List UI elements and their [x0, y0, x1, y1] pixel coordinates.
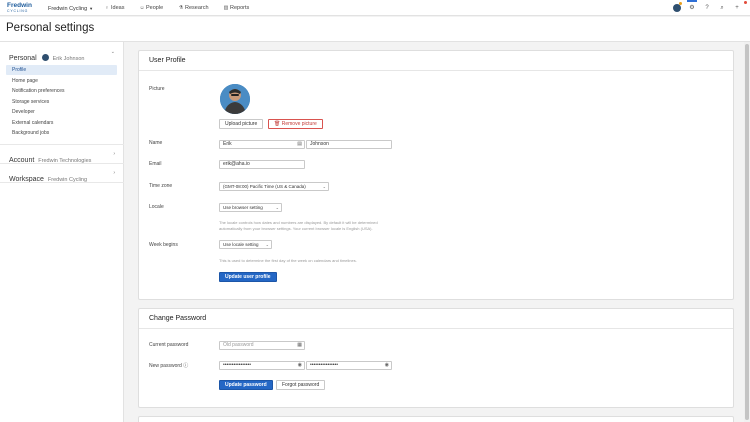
info-icon: ⓘ [183, 363, 189, 369]
timezone-select[interactable]: (GMT-08:00) Pacific Time (US & Canada) ⌄ [219, 182, 329, 191]
card-heading: Change Password [139, 309, 733, 329]
chart-icon: ▥ [223, 5, 229, 11]
help-icon[interactable]: ? [702, 3, 712, 13]
add-icon[interactable]: + [732, 3, 742, 13]
profile-picture [220, 84, 250, 114]
workspace-switcher[interactable]: Fredwin Cycling ▼ [43, 2, 98, 14]
chevron-right-icon: › [113, 170, 115, 176]
notification-dot [679, 1, 682, 5]
divider [0, 144, 124, 145]
card-heading: User Profile [139, 51, 733, 71]
confirm-password-field[interactable]: •••••••••••••••• ◉ [306, 361, 392, 370]
avatar [41, 54, 49, 61]
week-begins-select[interactable]: Use locale setting ⌄ [219, 240, 272, 249]
first-name-field[interactable]: Erik ▤ [219, 140, 305, 149]
week-begins-label: Week begins [149, 242, 178, 248]
chevron-down-icon: ⌄ [110, 49, 115, 55]
search-icon[interactable]: ⌕ [717, 3, 727, 13]
section-account[interactable]: Account Fredwin Technologies › [9, 149, 117, 164]
sidebar-item-notification-preferences[interactable]: Notification preferences [6, 86, 117, 96]
next-card [138, 416, 734, 422]
locale-help-line-2: automatically from your browser settings… [219, 225, 373, 231]
flask-icon: ⚗ [178, 5, 184, 11]
nav-people[interactable]: ☺People [139, 2, 163, 14]
settings-sidebar: Personal Erik Johnson ⌄ Profile Home page… [0, 42, 124, 422]
divider [0, 163, 124, 164]
chevron-down-icon: ⌄ [322, 184, 326, 189]
person-icon: ☺ [139, 5, 145, 11]
locale-label: Locale [149, 204, 164, 210]
sidebar-item-home-page[interactable]: Home page [6, 76, 117, 86]
chevron-down-icon: ⌄ [275, 205, 279, 210]
forgot-password-button[interactable]: Forgot password [276, 380, 326, 390]
user-avatar[interactable] [673, 3, 681, 12]
current-password-label: Current password [149, 342, 189, 348]
change-password-card: Change Password Current password Old pas… [138, 308, 734, 408]
current-password-field[interactable]: Old password ▦ [219, 341, 305, 350]
title-bar: Personal settings [0, 17, 750, 42]
alert-dot [744, 1, 747, 4]
section-personal[interactable]: Personal Erik Johnson ⌄ [9, 47, 117, 62]
week-help: This is used to determine the first day … [219, 258, 357, 263]
chevron-right-icon: › [113, 151, 115, 157]
eye-icon[interactable]: ◉ [298, 362, 302, 369]
trash-icon: 🗑 [274, 121, 281, 127]
eye-icon[interactable]: ◉ [385, 362, 389, 369]
update-profile-button[interactable]: Update user profile [219, 272, 277, 282]
active-indicator [687, 0, 697, 2]
nav-research[interactable]: ⚗ Research [178, 2, 209, 14]
upload-picture-button[interactable]: Upload picture [219, 119, 264, 129]
divider [0, 182, 124, 183]
picture-label: Picture [149, 86, 165, 92]
timezone-label: Time zone [149, 183, 173, 189]
locale-select[interactable]: Use browser setting ⌄ [219, 203, 282, 212]
nav-reports[interactable]: ▥ Reports [223, 2, 250, 14]
remove-picture-button[interactable]: 🗑 Remove picture [268, 119, 323, 129]
sidebar-item-developer[interactable]: Developer [6, 107, 117, 117]
chevron-down-icon: ⌄ [265, 242, 269, 247]
chevron-down-icon: ▼ [89, 6, 94, 11]
email-label: Email [149, 161, 162, 167]
lightbulb-icon: ♀ [105, 5, 109, 11]
sidebar-item-background-jobs[interactable]: Background jobs [6, 128, 117, 138]
user-profile-card: User Profile Picture Upload picture 🗑 Re… [138, 50, 734, 300]
top-nav: Fredwin CYCLING Fredwin Cycling ▼ ♀ Ideas … [0, 0, 750, 16]
sidebar-item-profile[interactable]: Profile [6, 65, 117, 75]
new-password-label: New password ⓘ [149, 363, 189, 369]
sidebar-item-storage-services[interactable]: Storage services [6, 97, 117, 107]
logo[interactable]: Fredwin CYCLING [7, 2, 35, 13]
name-label: Name [149, 140, 163, 146]
last-name-field[interactable]: Johnson [306, 140, 392, 149]
page-title: Personal settings [6, 22, 95, 34]
password-manager-icon: ▦ [297, 342, 302, 348]
locale-help-line-1: The locale controls how dates and number… [219, 220, 378, 225]
scrollbar-thumb[interactable] [745, 44, 749, 420]
section-workspace[interactable]: Workspace Fredwin Cycling › [9, 168, 117, 183]
new-password-field[interactable]: •••••••••••••••• ◉ [219, 361, 305, 370]
contact-card-icon: ▤ [297, 141, 302, 147]
update-password-button[interactable]: Update password [219, 380, 273, 390]
nav-ideas[interactable]: ♀ Ideas [104, 2, 124, 14]
email-field[interactable]: erik@aha.io [219, 160, 305, 169]
sidebar-item-external-calendars[interactable]: External calendars [6, 118, 117, 128]
settings-icon[interactable]: ⚙ [687, 3, 697, 13]
